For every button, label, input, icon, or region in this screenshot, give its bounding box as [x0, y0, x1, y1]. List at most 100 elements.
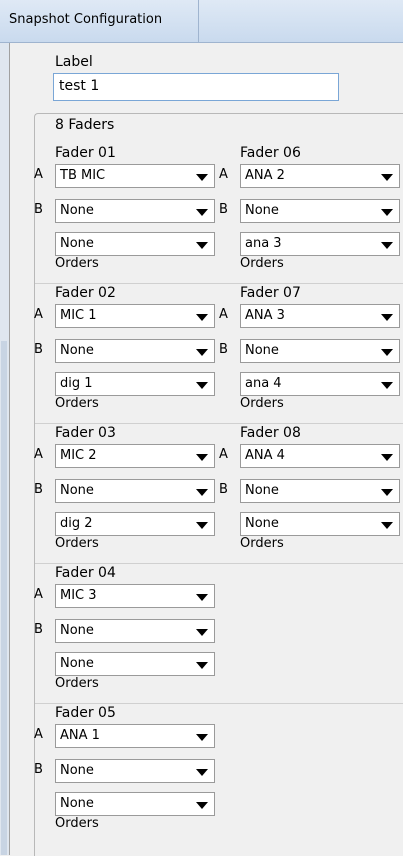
fader-name: Fader 07 — [240, 285, 301, 301]
left-edge — [0, 43, 9, 855]
input-b-select[interactable]: None — [55, 339, 215, 363]
input-a-select[interactable]: ANA 1 — [55, 724, 215, 748]
dropdown-arrow-icon — [381, 522, 393, 529]
input-a-tag: A — [219, 447, 228, 462]
input-a-tag: A — [34, 587, 43, 602]
left-edge-bar — [1, 341, 7, 855]
input-b-select[interactable]: None — [55, 619, 215, 643]
input-c-select[interactable]: ana 4 — [240, 372, 400, 396]
dropdown-arrow-icon — [196, 802, 208, 809]
input-b-tag: B — [34, 622, 43, 637]
fader-name: Fader 02 — [55, 285, 116, 301]
window-title-bar: Snapshot Configuration — [0, 0, 403, 43]
input-c-select[interactable]: None — [55, 232, 215, 256]
input-c-value: None — [60, 656, 94, 671]
input-b-select[interactable]: None — [240, 199, 400, 223]
orders-label: Orders — [55, 396, 99, 411]
label-caption: Label — [55, 54, 93, 70]
input-a-select[interactable]: ANA 2 — [240, 164, 400, 188]
orders-label: Orders — [240, 256, 284, 271]
input-b-select[interactable]: None — [55, 199, 215, 223]
input-b-value: None — [60, 763, 94, 778]
dropdown-arrow-icon — [196, 209, 208, 216]
fader-8: Fader 05 A ANA 1 B None None Orders — [34, 705, 215, 845]
fader-6: Fader 08 A ANA 4 B None None Orders — [219, 425, 400, 565]
dropdown-arrow-icon — [196, 454, 208, 461]
fader-name: Fader 03 — [55, 425, 116, 441]
input-b-select[interactable]: None — [240, 479, 400, 503]
input-b-tag: B — [34, 482, 43, 497]
fader-name: Fader 06 — [240, 145, 301, 161]
dropdown-arrow-icon — [196, 382, 208, 389]
input-b-tag: B — [219, 482, 228, 497]
dropdown-arrow-icon — [196, 314, 208, 321]
input-b-value: None — [245, 343, 279, 358]
dropdown-arrow-icon — [381, 382, 393, 389]
dropdown-arrow-icon — [196, 734, 208, 741]
dropdown-arrow-icon — [196, 594, 208, 601]
fader-5: Fader 03 A MIC 2 B None dig 2 Orders — [34, 425, 215, 565]
fader-name: Fader 08 — [240, 425, 301, 441]
orders-label: Orders — [240, 396, 284, 411]
input-a-tag: A — [34, 167, 43, 182]
input-b-value: None — [245, 483, 279, 498]
dropdown-arrow-icon — [196, 662, 208, 669]
orders-label: Orders — [55, 536, 99, 551]
fader-7: Fader 04 A MIC 3 B None None Orders — [34, 565, 215, 705]
input-c-select[interactable]: None — [55, 652, 215, 676]
input-a-tag: A — [34, 447, 43, 462]
input-a-value: MIC 1 — [60, 308, 97, 323]
fader-name: Fader 01 — [55, 145, 116, 161]
input-a-tag: A — [219, 167, 228, 182]
input-a-select[interactable]: ANA 3 — [240, 304, 400, 328]
input-a-value: ANA 4 — [245, 448, 285, 463]
dropdown-arrow-icon — [196, 522, 208, 529]
dropdown-arrow-icon — [381, 242, 393, 249]
input-b-select[interactable]: None — [240, 339, 400, 363]
fader-1: Fader 01 A TB MIC B None None Orders — [34, 145, 215, 285]
fader-name: Fader 05 — [55, 705, 116, 721]
dropdown-arrow-icon — [381, 454, 393, 461]
input-a-value: ANA 2 — [245, 168, 285, 183]
input-b-value: None — [60, 343, 94, 358]
input-b-value: None — [60, 623, 94, 638]
input-a-select[interactable]: MIC 2 — [55, 444, 215, 468]
label-input[interactable]: test 1 — [53, 73, 339, 101]
input-a-value: MIC 2 — [60, 448, 97, 463]
input-a-select[interactable]: MIC 3 — [55, 584, 215, 608]
input-a-select[interactable]: ANA 4 — [240, 444, 400, 468]
input-c-value: dig 2 — [60, 516, 93, 531]
input-b-value: None — [60, 483, 94, 498]
input-a-value: ANA 3 — [245, 308, 285, 323]
fader-3: Fader 02 A MIC 1 B None dig 1 Orders — [34, 285, 215, 425]
input-a-value: ANA 1 — [60, 728, 100, 743]
input-c-value: None — [60, 796, 94, 811]
input-c-select[interactable]: dig 2 — [55, 512, 215, 536]
fader-2: Fader 06 A ANA 2 B None ana 3 Orders — [219, 145, 400, 285]
input-a-tag: A — [34, 307, 43, 322]
input-c-select[interactable]: None — [240, 512, 400, 536]
orders-label: Orders — [55, 256, 99, 271]
dropdown-arrow-icon — [381, 174, 393, 181]
input-b-tag: B — [34, 202, 43, 217]
input-a-select[interactable]: MIC 1 — [55, 304, 215, 328]
input-c-value: dig 1 — [60, 376, 93, 391]
dropdown-arrow-icon — [196, 769, 208, 776]
input-a-value: TB MIC — [60, 168, 106, 183]
input-c-select[interactable]: ana 3 — [240, 232, 400, 256]
dropdown-arrow-icon — [196, 174, 208, 181]
input-b-select[interactable]: None — [55, 479, 215, 503]
input-c-value: None — [60, 236, 94, 251]
dropdown-arrow-icon — [196, 629, 208, 636]
dropdown-arrow-icon — [196, 489, 208, 496]
input-c-select[interactable]: None — [55, 792, 215, 816]
input-b-value: None — [245, 203, 279, 218]
input-a-select[interactable]: TB MIC — [55, 164, 215, 188]
input-b-select[interactable]: None — [55, 759, 215, 783]
orders-label: Orders — [55, 816, 99, 831]
input-b-value: None — [60, 203, 94, 218]
title-separator — [198, 0, 199, 42]
input-c-select[interactable]: dig 1 — [55, 372, 215, 396]
orders-label: Orders — [240, 536, 284, 551]
input-c-value: ana 3 — [245, 236, 282, 251]
